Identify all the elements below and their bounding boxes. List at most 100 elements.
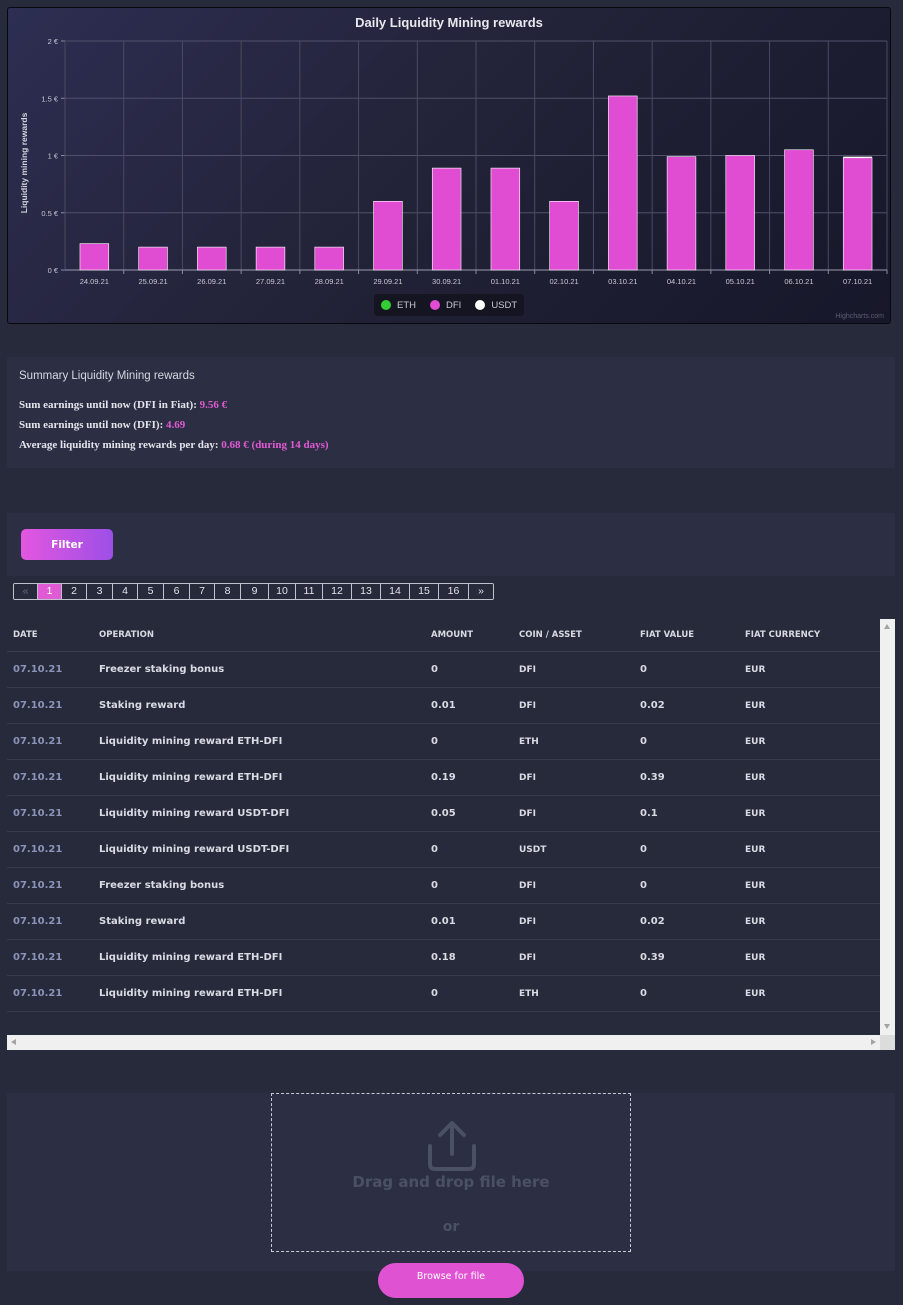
legend-usdt-label: USDT (491, 299, 518, 311)
legend-eth-label: ETH (397, 299, 416, 311)
bar-dfi (784, 149, 814, 271)
bar-dfi (138, 246, 168, 271)
y-tick-label: 1.5 € (41, 94, 59, 103)
table-row[interactable]: 07.10.21 Liquidity mining reward ETH-DFI 0… (7, 723, 880, 760)
cell-fiat-currency: EUR (739, 795, 880, 832)
file-dropzone[interactable]: Drag and drop file here or (271, 1093, 631, 1252)
page-15-button[interactable]: 15 (410, 584, 439, 599)
bar-dfi (197, 246, 227, 271)
table-scroll-area[interactable]: DATE OPERATION AMOUNT COIN / ASSET FIAT … (7, 619, 880, 1035)
cell-operation: Liquidity mining reward USDT-DFI (93, 795, 425, 832)
col-header-coin-asset[interactable]: COIN / ASSET (513, 619, 634, 652)
avg-line: Average liquidity mining rewards per day… (19, 439, 329, 451)
table-row[interactable]: 07.10.21 Staking reward 0.01 DFI 0.02 EUR (7, 687, 880, 724)
cell-fiat-currency: EUR (739, 723, 880, 760)
x-tick-label: 03.10.21 (608, 277, 637, 286)
cell-date: 07.10.21 (7, 939, 93, 976)
cell-operation: Liquidity mining reward USDT-DFI (93, 831, 425, 868)
cell-amount: 0 (425, 975, 513, 1012)
cell-coin-asset: DFI (513, 939, 634, 976)
x-tick-label: 29.09.21 (373, 277, 402, 286)
cell-date: 07.10.21 (7, 831, 93, 868)
cell-fiat-currency: EUR (739, 867, 880, 904)
chart-credits-link[interactable]: Highcharts.com (835, 313, 884, 320)
sum-fiat-value: 9.56 € (199, 399, 228, 411)
x-tick-label: 01.10.21 (491, 277, 520, 286)
table-row[interactable]: 07.10.21 Liquidity mining reward ETH-DFI 0… (7, 939, 880, 976)
scroll-left-arrow-icon[interactable] (11, 1039, 16, 1045)
col-header-fiat-currency[interactable]: FIAT CURRENCY (739, 619, 880, 652)
vertical-scrollbar[interactable] (880, 619, 895, 1035)
cell-operation: Staking reward (93, 903, 425, 940)
page-prev-button[interactable]: « (14, 584, 38, 599)
cell-date: 07.10.21 (7, 651, 93, 688)
cell-coin-asset: ETH (513, 723, 634, 760)
table-row[interactable]: 07.10.21 Freezer staking bonus 0 DFI 0 EUR (7, 651, 880, 688)
page-4-button[interactable]: 4 (113, 584, 138, 599)
cell-fiat-currency: EUR (739, 687, 880, 724)
cell-coin-asset: DFI (513, 867, 634, 904)
page-16-button[interactable]: 16 (439, 584, 469, 599)
pagination: «1 2 3 4 5 6 7 8 9 10 11 12 13 14 15 16» (13, 583, 494, 600)
horizontal-scrollbar[interactable] (7, 1035, 880, 1050)
table-row[interactable]: 07.10.21 Staking reward 0.01 DFI 0.02 EUR (7, 903, 880, 940)
y-tick-label: 0.5 € (41, 209, 59, 218)
bar-dfi (842, 157, 873, 271)
x-tick-label: 05.10.21 (726, 277, 755, 286)
drag-drop-text: Drag and drop file here (352, 1173, 550, 1191)
or-text: or (442, 1219, 460, 1235)
bar-dfi (255, 246, 286, 271)
page-10-button[interactable]: 10 (269, 584, 296, 599)
table-row[interactable]: 07.10.21 Liquidity mining reward USDT-DFI… (7, 831, 880, 868)
x-tick-label: 07.10.21 (843, 277, 872, 286)
table-row[interactable]: 07.10.21 Liquidity mining reward ETH-DFI 0… (7, 759, 880, 796)
cell-fiat-value: 0.39 (634, 939, 739, 976)
table-row[interactable]: 07.10.21 Liquidity mining reward ETH-DFI 0… (7, 975, 880, 1012)
sum-dfi-value: 4.69 (166, 419, 186, 431)
table-header-row: DATE OPERATION AMOUNT COIN / ASSET FIAT … (7, 619, 880, 652)
cell-amount: 0 (425, 831, 513, 868)
cell-fiat-value: 0.02 (634, 903, 739, 940)
cell-fiat-value: 0.39 (634, 759, 739, 796)
page-1-button[interactable]: 1 (38, 584, 62, 599)
legend-dfi-label: DFI (446, 299, 462, 311)
cell-operation: Liquidity mining reward ETH-DFI (93, 759, 425, 796)
page-12-button[interactable]: 12 (323, 584, 352, 599)
page-6-button[interactable]: 6 (164, 584, 190, 599)
page-13-button[interactable]: 13 (352, 584, 381, 599)
cell-date: 07.10.21 (7, 867, 93, 904)
page-3-button[interactable]: 3 (87, 584, 113, 599)
page-8-button[interactable]: 8 (215, 584, 241, 599)
cell-coin-asset: DFI (513, 759, 634, 796)
filter-button[interactable]: Filter (21, 529, 113, 560)
page-2-button[interactable]: 2 (62, 584, 87, 599)
scroll-right-arrow-icon[interactable] (871, 1039, 876, 1045)
browse-file-button[interactable]: Browse for file (378, 1263, 524, 1298)
page-next-button[interactable]: » (469, 584, 493, 599)
cell-operation: Liquidity mining reward ETH-DFI (93, 723, 425, 760)
col-header-fiat-value[interactable]: FIAT VALUE (634, 619, 739, 652)
legend-item-eth[interactable]: ETH (381, 300, 416, 311)
table-row[interactable]: 07.10.21 Freezer staking bonus 0 DFI 0 EUR (7, 867, 880, 904)
cell-fiat-currency: EUR (739, 975, 880, 1012)
scroll-up-arrow-icon[interactable] (884, 624, 890, 629)
page-9-button[interactable]: 9 (241, 584, 269, 599)
legend-item-dfi[interactable]: DFI (430, 300, 461, 311)
scroll-down-arrow-icon[interactable] (884, 1024, 890, 1029)
col-header-date[interactable]: DATE (7, 619, 93, 652)
page-14-button[interactable]: 14 (381, 584, 410, 599)
page-7-button[interactable]: 7 (190, 584, 215, 599)
chart-canvas: 0 € 0.5 € 1 € 1.5 € 2 € 24.09.21 25.09.21 26.09… (41, 37, 888, 286)
sum-dfi-line: Sum earnings until now (DFI): 4.69 (19, 419, 185, 431)
x-tick-label: 26.09.21 (197, 277, 226, 286)
page-11-button[interactable]: 11 (296, 584, 323, 599)
page-5-button[interactable]: 5 (138, 584, 164, 599)
col-header-amount[interactable]: AMOUNT (425, 619, 513, 652)
legend-item-usdt[interactable]: USDT (475, 300, 517, 311)
table-row[interactable]: 07.10.21 Liquidity mining reward USDT-DFI… (7, 795, 880, 832)
x-tick-label: 04.10.21 (667, 277, 696, 286)
table-body: 07.10.21 Freezer staking bonus 0 DFI 0 EUR 07.… (7, 651, 880, 1012)
cell-fiat-currency: EUR (739, 939, 880, 976)
cell-operation: Freezer staking bonus (93, 651, 425, 688)
col-header-operation[interactable]: OPERATION (93, 619, 425, 652)
